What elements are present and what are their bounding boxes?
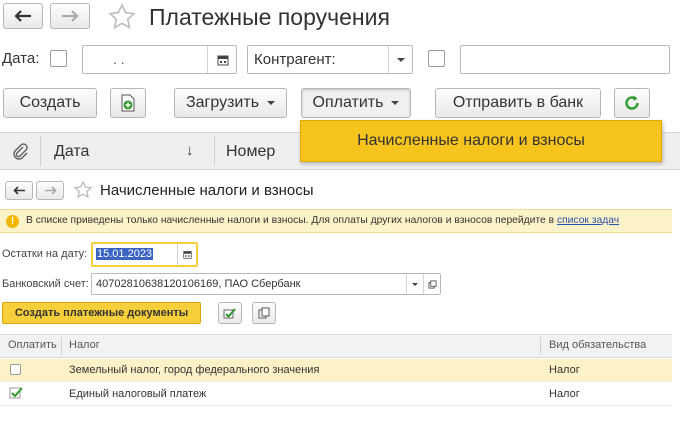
calendar-button[interactable] — [207, 46, 237, 73]
column-tax[interactable]: Налог — [69, 339, 100, 351]
chevron-down-icon — [396, 57, 405, 62]
bank-account-open-button[interactable] — [423, 274, 440, 294]
row-obligation-type: Налог — [549, 364, 580, 376]
column-date[interactable]: Дата — [54, 143, 89, 161]
table-row[interactable]: Единый налоговый платеж Налог — [0, 383, 672, 406]
contractor-value-input[interactable] — [460, 45, 670, 74]
forward-button[interactable] — [50, 3, 90, 29]
info-icon: ! — [6, 215, 19, 228]
bank-account-select[interactable]: 40702810638120106169, ПАО Сбербанк — [91, 273, 441, 295]
check-all-button[interactable] — [218, 302, 242, 324]
load-label: Загрузить — [185, 94, 260, 111]
bank-account-dropdown-button[interactable] — [406, 274, 423, 294]
arrow-left-icon — [12, 186, 25, 195]
balance-calendar-button[interactable] — [177, 244, 196, 265]
column-divider — [214, 136, 215, 166]
calendar-icon — [217, 55, 228, 65]
attachment-column[interactable] — [0, 133, 40, 169]
menu-item-accrued-taxes[interactable]: Начисленные налоги и взносы — [301, 121, 641, 161]
pay-dropdown-menu: Начисленные налоги и взносы — [300, 120, 662, 162]
column-number[interactable]: Номер — [226, 143, 275, 161]
date-filter-input[interactable]: . . — [82, 45, 237, 74]
open-window-icon — [427, 279, 437, 289]
contractor-dropdown-button[interactable] — [388, 46, 412, 73]
column-divider — [540, 337, 541, 355]
check-all-icon — [223, 308, 236, 319]
balance-date-input[interactable]: 15.01.2023 — [91, 242, 198, 267]
copy-icon — [258, 307, 270, 319]
checkmark-icon — [9, 387, 23, 399]
row-obligation-type: Налог — [549, 388, 580, 400]
info-text: В списке приведены только начисленные на… — [26, 215, 555, 226]
add-copy-button[interactable] — [110, 88, 146, 118]
create-payment-docs-button[interactable]: Создать платежные документы — [2, 302, 201, 324]
sub-favorite-star-icon[interactable] — [73, 180, 93, 200]
balance-date-value: 15.01.2023 — [96, 248, 154, 260]
date-filter-checkbox[interactable] — [50, 50, 67, 67]
column-pay[interactable]: Оплатить — [8, 339, 57, 351]
contractor-label: Контрагент: — [254, 51, 336, 68]
arrow-right-icon — [44, 186, 57, 195]
copy-button[interactable] — [252, 302, 276, 324]
refresh-icon — [625, 95, 639, 110]
date-filter-value: . . — [113, 51, 125, 67]
chevron-down-icon — [412, 282, 418, 286]
refresh-button[interactable] — [614, 88, 650, 118]
arrow-right-icon — [62, 10, 79, 22]
chevron-down-icon — [391, 101, 400, 105]
row-checkbox-checked[interactable] — [9, 386, 23, 400]
column-obligation-type[interactable]: Вид обязательства — [549, 339, 646, 351]
info-bar: ! В списке приведены только начисленные … — [0, 209, 672, 233]
pay-button[interactable]: Оплатить — [301, 88, 411, 118]
task-list-link[interactable]: список задач — [557, 215, 619, 226]
column-divider — [61, 337, 62, 355]
contractor-checkbox[interactable] — [428, 50, 445, 67]
sub-forward-button[interactable] — [36, 181, 64, 200]
create-button[interactable]: Создать — [3, 88, 97, 118]
arrow-left-icon — [14, 10, 31, 22]
column-divider — [40, 136, 41, 166]
balance-date-label: Остатки на дату: — [2, 248, 88, 260]
favorite-star-icon[interactable] — [107, 2, 137, 32]
contractor-select[interactable]: Контрагент: — [247, 45, 413, 74]
send-to-bank-button[interactable]: Отправить в банк — [435, 88, 601, 118]
sub-back-button[interactable] — [5, 181, 33, 200]
page-title: Платежные поручения — [149, 4, 390, 30]
bank-account-label: Банковский счет: — [2, 278, 89, 290]
sub-title: Начисленные налоги и взносы — [100, 182, 314, 199]
row-tax-name: Единый налоговый платеж — [69, 388, 207, 400]
calendar-icon — [182, 251, 192, 259]
info-text-line: В списке приведены только начисленные на… — [26, 215, 619, 226]
pay-label: Оплатить — [312, 94, 384, 111]
paperclip-icon — [13, 143, 28, 160]
load-button[interactable]: Загрузить — [174, 88, 287, 118]
chevron-down-icon — [267, 101, 276, 105]
row-checkbox[interactable] — [10, 364, 21, 375]
document-add-icon — [121, 94, 135, 112]
date-filter-label: Дата: — [2, 50, 40, 67]
back-button[interactable] — [3, 3, 43, 29]
table-row[interactable]: Земельный налог, город федерального знач… — [0, 359, 672, 382]
row-tax-name: Земельный налог, город федерального знач… — [69, 364, 320, 376]
bank-account-value: 40702810638120106169, ПАО Сбербанк — [96, 278, 301, 290]
sort-down-icon[interactable]: ↓ — [186, 142, 194, 159]
